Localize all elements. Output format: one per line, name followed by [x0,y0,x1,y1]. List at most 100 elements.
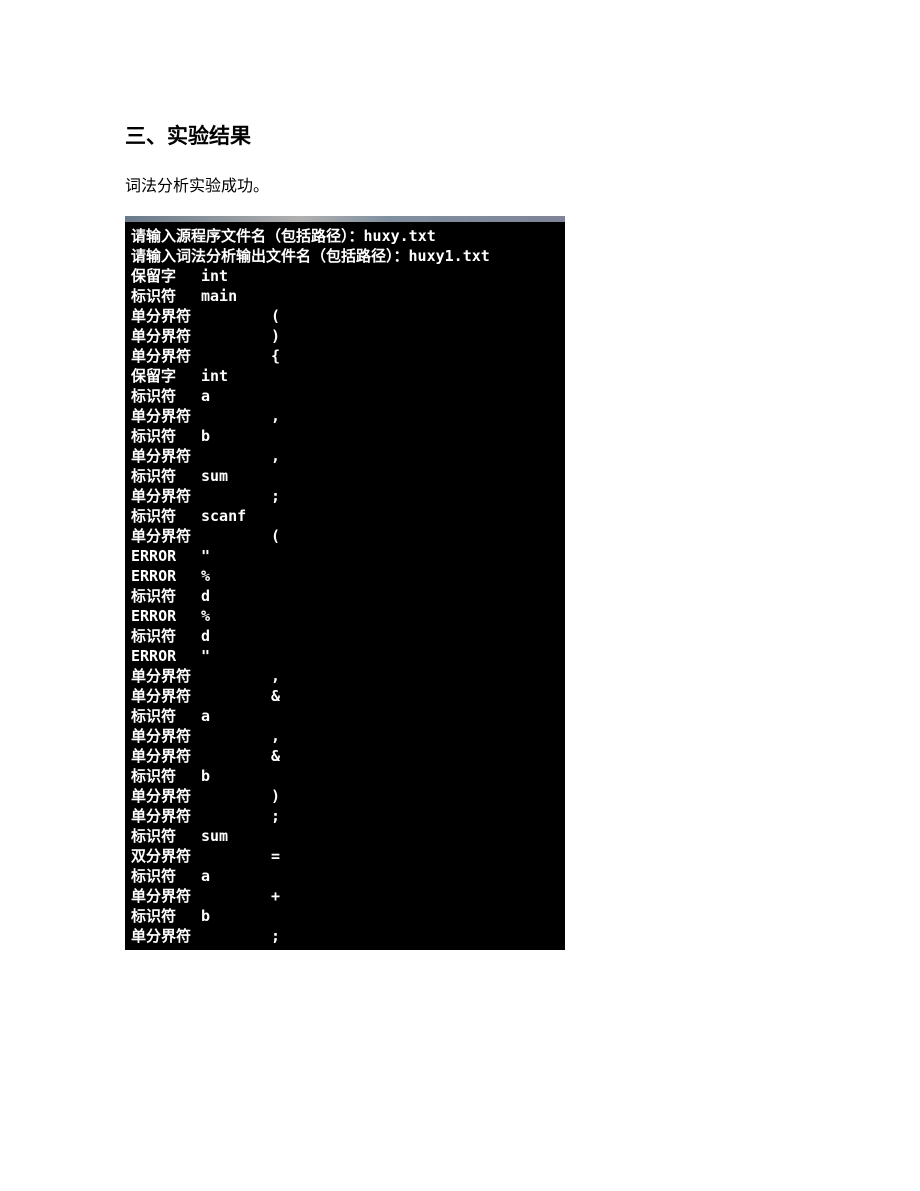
token-row: 标识符b [131,906,559,926]
token-row: 双分界符= [131,846,559,866]
token-value: & [271,686,280,706]
token-value: a [201,386,210,406]
token-value: " [201,546,210,566]
token-row: 单分界符+ [131,886,559,906]
token-value: + [271,886,280,906]
token-type: 标识符 [131,906,201,926]
token-value: main [201,286,237,306]
token-row: 单分界符& [131,746,559,766]
token-value: " [201,646,210,666]
token-value: a [201,706,210,726]
token-value: sum [201,826,228,846]
token-type: 单分界符 [131,786,271,806]
token-value: , [271,446,280,466]
token-row: 标识符sum [131,466,559,486]
prompt2-value: huxy1.txt [409,247,490,265]
token-value: b [201,906,210,926]
token-row: ERROR% [131,566,559,586]
token-type: 单分界符 [131,926,271,946]
token-row: 保留字int [131,366,559,386]
token-type: 保留字 [131,366,201,386]
token-row: 单分界符, [131,726,559,746]
token-row: 单分界符, [131,406,559,426]
token-type: 单分界符 [131,326,271,346]
token-value: ) [271,786,280,806]
token-type: 单分界符 [131,446,271,466]
token-type: ERROR [131,646,201,666]
token-type: 单分界符 [131,306,271,326]
token-value: b [201,426,210,446]
token-value: % [201,606,210,626]
token-row: 标识符sum [131,826,559,846]
prompt1-value: huxy.txt [364,227,436,245]
token-value: ; [271,806,280,826]
token-type: 单分界符 [131,806,271,826]
token-type: 单分界符 [131,666,271,686]
token-row: 标识符d [131,586,559,606]
section-heading: 三、实验结果 [125,120,795,150]
token-row: 标识符a [131,386,559,406]
token-row: 单分界符) [131,326,559,346]
token-row: 单分界符, [131,446,559,466]
token-type: 保留字 [131,266,201,286]
prompt2-label: 请输入词法分析输出文件名（包括路径）： [131,247,409,265]
token-row: 单分界符; [131,486,559,506]
prompt-line-2: 请输入词法分析输出文件名（包括路径）：huxy1.txt [131,246,559,266]
token-value: d [201,586,210,606]
token-row: 标识符d [131,626,559,646]
token-value: sum [201,466,228,486]
token-type: 单分界符 [131,686,271,706]
prompt-line-1: 请输入源程序文件名（包括路径）：huxy.txt [131,226,559,246]
token-row: ERROR% [131,606,559,626]
token-type: 标识符 [131,386,201,406]
token-value: int [201,266,228,286]
document-page: 三、实验结果 词法分析实验成功。 请输入源程序文件名（包括路径）：huxy.tx… [0,0,920,1010]
token-value: ( [271,306,280,326]
token-row: 单分界符; [131,806,559,826]
token-value: a [201,866,210,886]
token-type: ERROR [131,566,201,586]
token-type: 单分界符 [131,726,271,746]
token-value: & [271,746,280,766]
token-type: 标识符 [131,506,201,526]
token-type: 单分界符 [131,486,271,506]
token-value: ; [271,926,280,946]
token-row: 单分界符& [131,686,559,706]
token-row: 单分界符, [131,666,559,686]
token-type: 单分界符 [131,526,271,546]
token-row: 单分界符{ [131,346,559,366]
token-value: b [201,766,210,786]
token-value: = [271,846,280,866]
token-row: ERROR" [131,546,559,566]
token-type: 单分界符 [131,886,271,906]
token-row: ERROR" [131,646,559,666]
token-row: 标识符a [131,706,559,726]
token-type: 标识符 [131,466,201,486]
token-row: 标识符b [131,426,559,446]
token-type: 单分界符 [131,406,271,426]
token-type: 标识符 [131,866,201,886]
token-value: , [271,726,280,746]
token-row: 标识符main [131,286,559,306]
token-type: ERROR [131,546,201,566]
terminal-screenshot: 请输入源程序文件名（包括路径）：huxy.txt 请输入词法分析输出文件名（包括… [125,222,565,950]
token-type: 标识符 [131,586,201,606]
token-value: { [271,346,280,366]
token-row: 单分界符( [131,306,559,326]
token-value: scanf [201,506,246,526]
token-type: 标识符 [131,426,201,446]
token-type: 单分界符 [131,746,271,766]
token-row: 单分界符) [131,786,559,806]
token-type: 单分界符 [131,346,271,366]
token-value: , [271,666,280,686]
token-type: 标识符 [131,826,201,846]
token-value: % [201,566,210,586]
token-type: ERROR [131,606,201,626]
token-value: ( [271,526,280,546]
token-type: 标识符 [131,286,201,306]
token-value: , [271,406,280,426]
token-value: ; [271,486,280,506]
token-value: int [201,366,228,386]
token-type: 标识符 [131,626,201,646]
token-row: 标识符a [131,866,559,886]
